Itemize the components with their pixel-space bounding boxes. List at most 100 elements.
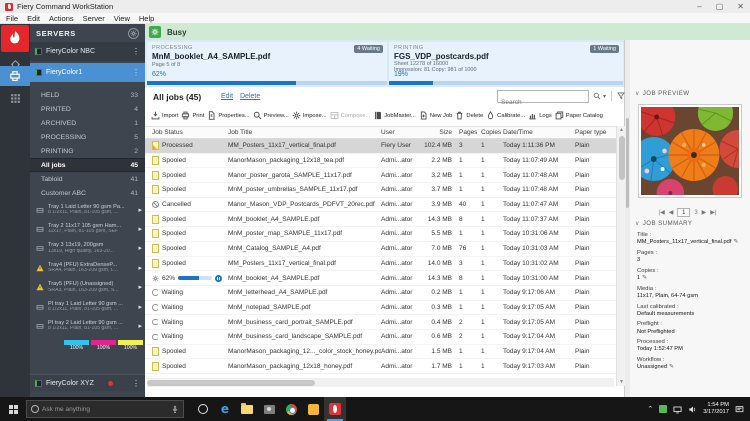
calibrate-button[interactable]: Calibrate... (486, 111, 525, 120)
table-row[interactable]: SpooledMnM_poster_umbrellas_SAMPLE_11x17… (145, 183, 616, 198)
table-row[interactable]: CancelledManor_Mason_VDP_Postcards_PDFVT… (145, 198, 616, 213)
printing-card[interactable]: PRINTING FGS_VDP_postcards.pdf Sheet 122… (389, 42, 623, 85)
next-page-icon[interactable]: ▶ (702, 209, 707, 216)
kebab-menu-icon[interactable]: ⋮ (132, 47, 140, 56)
taskbar-app-office[interactable] (302, 397, 324, 421)
prev-page-icon[interactable]: ◀ (669, 209, 674, 216)
table-row[interactable]: WaitingMnM_business_card_portrait_SAMPLE… (145, 315, 616, 330)
column-header-pages[interactable]: Pages (457, 129, 479, 136)
column-header-date-time[interactable]: Date/Time (503, 129, 575, 136)
new-job-button[interactable]: New Job (419, 111, 453, 120)
tray-item[interactable]: Tray 2 11x17 105 gsm Ham...11x17, Plain,… (30, 219, 145, 238)
apps-grid-icon[interactable] (0, 90, 30, 106)
edit-pencil-icon[interactable]: ✎ (642, 275, 647, 281)
clock[interactable]: 1:54 PM 3/17/2017 (703, 402, 729, 416)
taskbar-search-input[interactable] (42, 406, 168, 413)
filter-icon[interactable] (617, 92, 625, 100)
table-row[interactable]: SpooledMnM_booklet_A4_SAMPLE.pdfAdmi...a… (145, 212, 616, 227)
chevron-right-icon[interactable]: ▸ (136, 303, 142, 311)
job-preview-section[interactable]: ∨ JOB PREVIEW (635, 90, 690, 97)
table-row[interactable]: SpooledManorMason_packaging_12..._color_… (145, 345, 616, 360)
chevron-right-icon[interactable]: ▸ (136, 283, 142, 291)
table-row[interactable]: SpooledMM_Posters_11x17_vertical_final.p… (145, 257, 616, 272)
kebab-menu-icon[interactable]: ⋮ (132, 68, 140, 77)
table-row[interactable]: SpooledManor_poster_garota_SAMPLE_11x17.… (145, 168, 616, 183)
table-row[interactable]: SpooledManorMason_packaging_12x18_tea.pd… (145, 154, 616, 169)
print-button[interactable]: Print (181, 111, 204, 120)
scroll-thumb[interactable] (626, 118, 629, 208)
maximize-button[interactable]: ▢ (716, 2, 724, 11)
taskbar-app-chrome[interactable] (280, 397, 302, 421)
tray-item[interactable]: Tray4 (PFU) ExtraDenseP...SRA4, Plain, 1… (30, 258, 145, 277)
tray-expand-icon[interactable]: ⌃ (647, 405, 653, 413)
edit-link[interactable]: Edit (221, 93, 233, 100)
scroll-thumb[interactable] (147, 380, 315, 386)
column-header-copies[interactable]: Copies (479, 129, 503, 136)
impose-button[interactable]: Impose... (292, 111, 327, 120)
horizontal-scrollbar[interactable] (147, 378, 614, 387)
table-row[interactable]: ProcessedMM_Posters_11x17_vertical_final… (145, 139, 616, 154)
vertical-scrollbar[interactable]: ▲ ▼ (616, 126, 625, 386)
first-page-icon[interactable]: |◀ (659, 209, 665, 216)
sidebar-item-archived[interactable]: ARCHIVED1 (30, 116, 145, 130)
column-header-job-title[interactable]: Job Title (225, 129, 381, 136)
page-number-input[interactable]: 1 (677, 208, 690, 217)
column-header-paper-type[interactable]: Paper type (575, 129, 615, 136)
kebab-menu-icon[interactable]: ⋮ (132, 379, 140, 388)
compose-button[interactable]: Compose... (330, 111, 371, 120)
tray-item[interactable]: Tray 1 Laid Letter 90 gsm Pa...8 1/2x11,… (30, 200, 145, 219)
volume-icon[interactable] (688, 405, 697, 414)
sidebar-item-tabloid[interactable]: Tabloid41 (30, 172, 145, 186)
job-center-icon[interactable] (0, 66, 30, 86)
edit-pencil-icon[interactable]: ✎ (733, 239, 738, 245)
tray-item[interactable]: PI tray 1 Laid Letter 90 gsm ...8 1/2x11… (30, 297, 145, 316)
import-button[interactable]: Import (151, 111, 178, 120)
tray-status-icon[interactable] (659, 405, 667, 413)
table-row[interactable]: SpooledManorMason_packaging_12x18_honey.… (145, 359, 616, 374)
search-dropdown-caret-icon[interactable]: ▾ (603, 93, 606, 100)
sidebar-item-processing[interactable]: PROCESSING5 (30, 130, 145, 144)
jobmaster-button[interactable]: JobMaster... (373, 111, 416, 120)
start-button[interactable] (0, 397, 26, 421)
scroll-thumb[interactable] (619, 136, 625, 180)
chevron-right-icon[interactable]: ▸ (136, 322, 142, 330)
menu-actions[interactable]: Actions (49, 14, 74, 23)
menu-edit[interactable]: Edit (27, 14, 40, 23)
menu-help[interactable]: Help (139, 14, 154, 23)
column-header-job-status[interactable]: Job Status (145, 129, 225, 136)
server-item-fierycolor-xyz[interactable]: FieryColor XYZ ⋮ (30, 374, 145, 391)
edit-pencil-icon[interactable]: ✎ (669, 364, 674, 370)
table-row[interactable]: SpooledMnM_poster_map_SAMPLE_11x17.pdfAd… (145, 227, 616, 242)
taskbar-app-edge[interactable]: e (214, 397, 236, 421)
mic-icon[interactable] (171, 405, 179, 414)
tray-item[interactable]: Tray5 (PFU) (Unassigned)SRA3, Plain, 163… (30, 278, 145, 297)
minimize-button[interactable]: – (697, 2, 701, 11)
preview-button[interactable]: Preview... (253, 111, 289, 120)
menu-server[interactable]: Server (83, 14, 105, 23)
sidebar-item-printed[interactable]: PRINTED4 (30, 102, 145, 116)
action-center-icon[interactable] (735, 405, 744, 414)
taskbar-app-file-explorer[interactable] (236, 397, 258, 421)
delete-button[interactable]: Delete (455, 111, 483, 120)
chevron-down-icon[interactable]: ∨ (635, 90, 640, 97)
taskbar-app-store[interactable] (258, 397, 280, 421)
sidebar-item-customer-abc[interactable]: Customer ABC41 (30, 186, 145, 200)
panel-scrollbar[interactable] (625, 40, 630, 397)
sidebar-item-held[interactable]: HELD33 (30, 88, 145, 102)
paper-catalog-button[interactable]: Paper Catalog (555, 111, 603, 120)
sidebar-item-all-jobs[interactable]: All jobs45 (30, 158, 145, 172)
table-row[interactable]: WaitingMnM_notepad_SAMPLE.pdfAdmi...ator… (145, 301, 616, 316)
logs-button[interactable]: Logs (528, 111, 552, 120)
server-settings-gear-icon[interactable] (128, 28, 139, 39)
menu-file[interactable]: File (6, 14, 18, 23)
network-icon[interactable] (673, 405, 682, 414)
column-header-user[interactable]: User (381, 129, 423, 136)
taskbar-app-fiery[interactable] (324, 397, 346, 421)
processing-card[interactable]: PROCESSING MnM_booklet_A4_SAMPLE.pdf Pag… (147, 42, 387, 85)
menu-view[interactable]: View (114, 14, 130, 23)
job-summary-section[interactable]: ∨ JOB SUMMARY (635, 220, 692, 227)
table-row[interactable]: 62%MnM_booklet_A4_SAMPLE.pdfAdmi...ator1… (145, 271, 616, 286)
pause-button[interactable] (215, 275, 222, 282)
chevron-down-icon[interactable]: ∨ (635, 220, 640, 227)
chevron-right-icon[interactable]: ▸ (136, 206, 142, 214)
